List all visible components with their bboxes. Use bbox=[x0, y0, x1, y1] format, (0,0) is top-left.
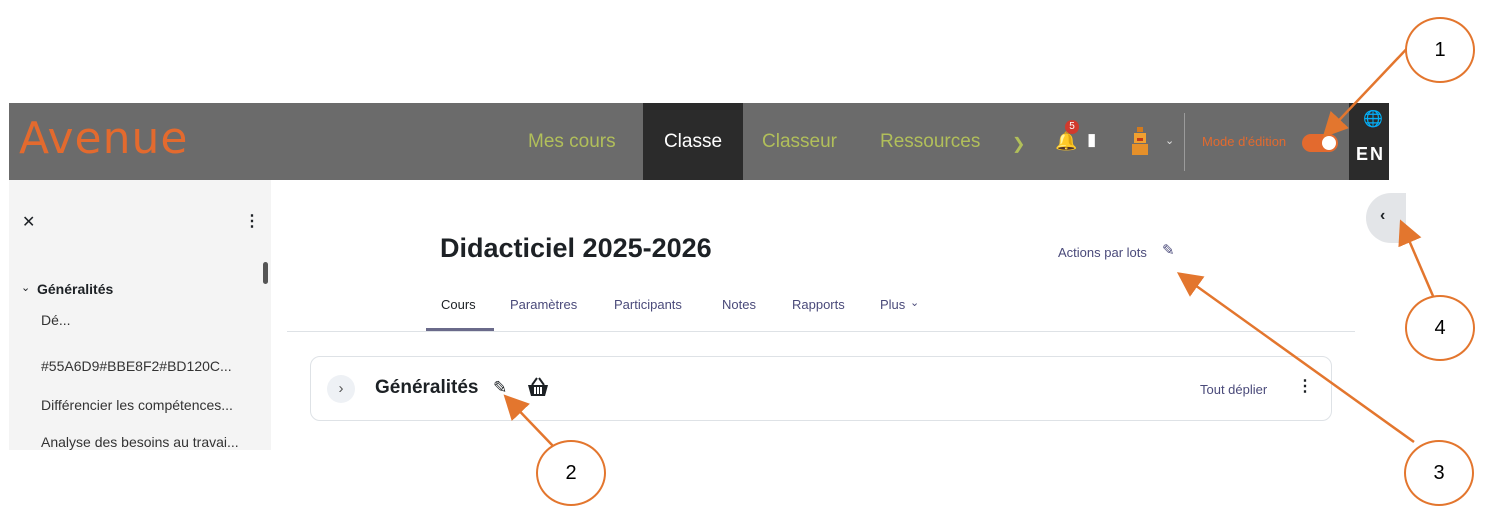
site-logo[interactable]: Avenue bbox=[19, 117, 188, 161]
basket-icon[interactable] bbox=[526, 376, 550, 398]
tab-cours[interactable]: Cours bbox=[441, 297, 476, 312]
page-title: Didacticiel 2025-2026 bbox=[440, 233, 712, 263]
chevron-down-icon[interactable]: ❯ bbox=[1012, 134, 1025, 154]
section-title[interactable]: Généralités bbox=[375, 377, 479, 399]
pencil-icon[interactable]: ✎ bbox=[1162, 241, 1175, 259]
navbar-divider bbox=[1184, 113, 1185, 171]
callout-4: 4 bbox=[1405, 295, 1475, 361]
bell-icon[interactable]: 🔔 bbox=[1055, 131, 1077, 152]
callout-2: 2 bbox=[536, 440, 606, 506]
kebab-menu-icon[interactable]: ⋮ bbox=[244, 211, 260, 231]
drawer-item[interactable]: Analyse des besoins au travai... bbox=[41, 434, 239, 450]
right-drawer-toggle[interactable] bbox=[1366, 193, 1406, 243]
nav-mes-cours[interactable]: Mes cours bbox=[528, 103, 616, 180]
pencil-icon[interactable]: ✎ bbox=[493, 378, 507, 398]
edit-mode-label: Mode d'édition bbox=[1202, 134, 1287, 149]
language-code[interactable]: EN bbox=[1356, 144, 1385, 165]
kebab-menu-icon[interactable]: ⋮ bbox=[1297, 376, 1313, 396]
chevron-down-icon[interactable]: ⌄ bbox=[21, 281, 30, 294]
drawer-item[interactable]: Différencier les compétences... bbox=[41, 397, 233, 413]
tab-participants[interactable]: Participants bbox=[614, 297, 682, 312]
globe-icon[interactable]: 🌐 bbox=[1363, 109, 1383, 129]
drawer-item[interactable]: #55A6D9#BBE8F2#BD120C... bbox=[41, 358, 232, 374]
message-icon[interactable]: ▮ bbox=[1087, 130, 1096, 150]
nav-ressources[interactable]: Ressources bbox=[880, 103, 980, 180]
tab-plus[interactable]: Plus bbox=[880, 297, 905, 312]
notification-badge: 5 bbox=[1065, 120, 1079, 134]
callout-1: 1 bbox=[1405, 17, 1475, 83]
nav-classeur[interactable]: Classeur bbox=[762, 103, 837, 180]
chevron-down-icon[interactable]: ⌄ bbox=[1165, 134, 1174, 147]
tab-notes[interactable]: Notes bbox=[722, 297, 756, 312]
chevron-down-icon[interactable]: ⌄ bbox=[910, 296, 919, 309]
drawer-item[interactable]: Dé... bbox=[41, 312, 71, 328]
drawer-section-title[interactable]: Généralités bbox=[37, 281, 113, 297]
tab-rapports[interactable]: Rapports bbox=[792, 297, 845, 312]
chevron-right-icon[interactable]: › bbox=[327, 375, 355, 403]
tabs-divider bbox=[287, 331, 1355, 332]
chevron-left-icon[interactable]: ‹ bbox=[1380, 207, 1385, 225]
avatar[interactable] bbox=[1129, 126, 1151, 156]
toggle-knob bbox=[1322, 136, 1336, 150]
top-navbar: Avenue Mes cours Classe Classeur Ressour… bbox=[9, 103, 1389, 180]
drawer-scrollbar[interactable] bbox=[263, 262, 268, 284]
bulk-actions-link[interactable]: Actions par lots bbox=[1058, 245, 1147, 260]
expand-all-link[interactable]: Tout déplier bbox=[1200, 382, 1267, 397]
callout-3: 3 bbox=[1404, 440, 1474, 506]
edit-mode-toggle[interactable] bbox=[1302, 134, 1338, 152]
nav-classe[interactable]: Classe bbox=[643, 103, 743, 180]
close-icon[interactable]: ✕ bbox=[22, 212, 35, 232]
tab-parametres[interactable]: Paramètres bbox=[510, 297, 577, 312]
